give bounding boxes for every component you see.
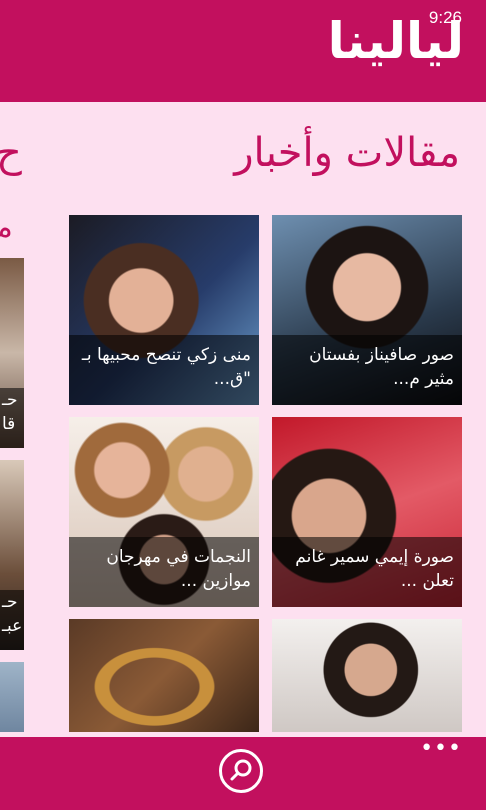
tile-caption: النجمات في مهرجان موازين ... bbox=[69, 537, 259, 607]
news-tile[interactable] bbox=[69, 619, 259, 732]
pivot-next-header[interactable]: ح bbox=[0, 130, 22, 176]
peek-tile-2[interactable]: حـ عبـ bbox=[0, 460, 24, 650]
tile-image bbox=[272, 619, 462, 732]
pivot-title[interactable]: مقالات وأخبار bbox=[234, 130, 460, 176]
app-bar: ••• bbox=[0, 737, 486, 810]
tile-caption: صورة إيمي سمير غانم تعلن ... bbox=[272, 537, 462, 607]
tile-caption: منى زكي تنصح محبيها بـ "ق... bbox=[69, 335, 259, 405]
peek-tile-1[interactable]: حـ قا bbox=[0, 258, 24, 448]
app-logo: ليالينا bbox=[327, 12, 464, 70]
search-icon[interactable] bbox=[219, 749, 263, 793]
news-tile[interactable]: صور صافيناز بفستان مثير م... bbox=[272, 215, 462, 405]
news-tile[interactable] bbox=[272, 619, 462, 732]
peek-tile-caption: حـ عبـ bbox=[0, 590, 24, 650]
peek-tile-caption: حـ قا bbox=[0, 388, 24, 448]
pivot-sub-peek: م bbox=[0, 212, 13, 247]
tile-image bbox=[69, 619, 259, 732]
more-icon[interactable]: ••• bbox=[420, 738, 462, 760]
news-tile[interactable]: صورة إيمي سمير غانم تعلن ... bbox=[272, 417, 462, 607]
news-tile[interactable]: منى زكي تنصح محبيها بـ "ق... bbox=[69, 215, 259, 405]
app-header: 9:26 ليالينا bbox=[0, 0, 486, 102]
peek-tile-3[interactable] bbox=[0, 662, 24, 732]
news-tile[interactable]: النجمات في مهرجان موازين ... bbox=[69, 417, 259, 607]
tile-caption: صور صافيناز بفستان مثير م... bbox=[272, 335, 462, 405]
